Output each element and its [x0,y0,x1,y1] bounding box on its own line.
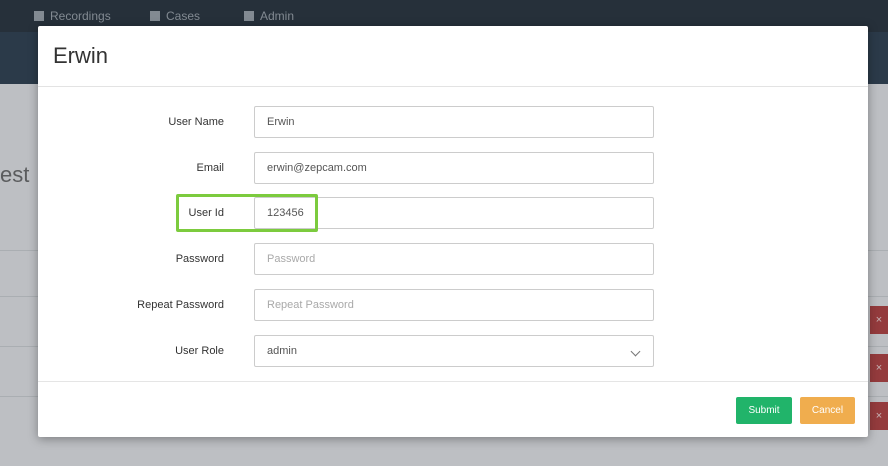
chevron-down-icon[interactable] [630,346,641,357]
form-row-email: Email erwin@zepcam.com [38,152,868,184]
form-row-user-id: User Id 123456 [38,197,868,229]
repeat-password-label: Repeat Password [137,299,224,311]
modal-title: Erwin [53,43,109,68]
user-role-label: User Role [175,345,224,357]
email-label: Email [196,162,224,174]
email-input[interactable]: erwin@zepcam.com [254,152,654,184]
modal-footer: Submit Cancel [38,381,868,438]
edit-user-modal: Erwin User Name Erwin Email erwin@zepcam… [38,26,868,437]
password-input[interactable]: Password [254,243,654,275]
user-role-value: admin [267,345,297,357]
user-id-highlight-box [176,194,318,232]
form-row-user-name: User Name Erwin [38,106,868,138]
user-name-input[interactable]: Erwin [254,106,654,138]
modal-header: Erwin [38,26,868,87]
screen: Recordings Cases Admin est × × × Erwin U… [0,0,888,466]
cancel-button[interactable]: Cancel [800,397,855,424]
submit-button[interactable]: Submit [736,397,792,424]
form-row-password: Password Password [38,243,868,275]
user-role-select[interactable]: admin [254,335,654,367]
form-row-user-role: User Role admin [38,335,868,367]
repeat-password-input[interactable]: Repeat Password [254,289,654,321]
user-name-label: User Name [168,116,224,128]
form-row-repeat-password: Repeat Password Repeat Password [38,289,868,321]
password-label: Password [175,253,224,265]
